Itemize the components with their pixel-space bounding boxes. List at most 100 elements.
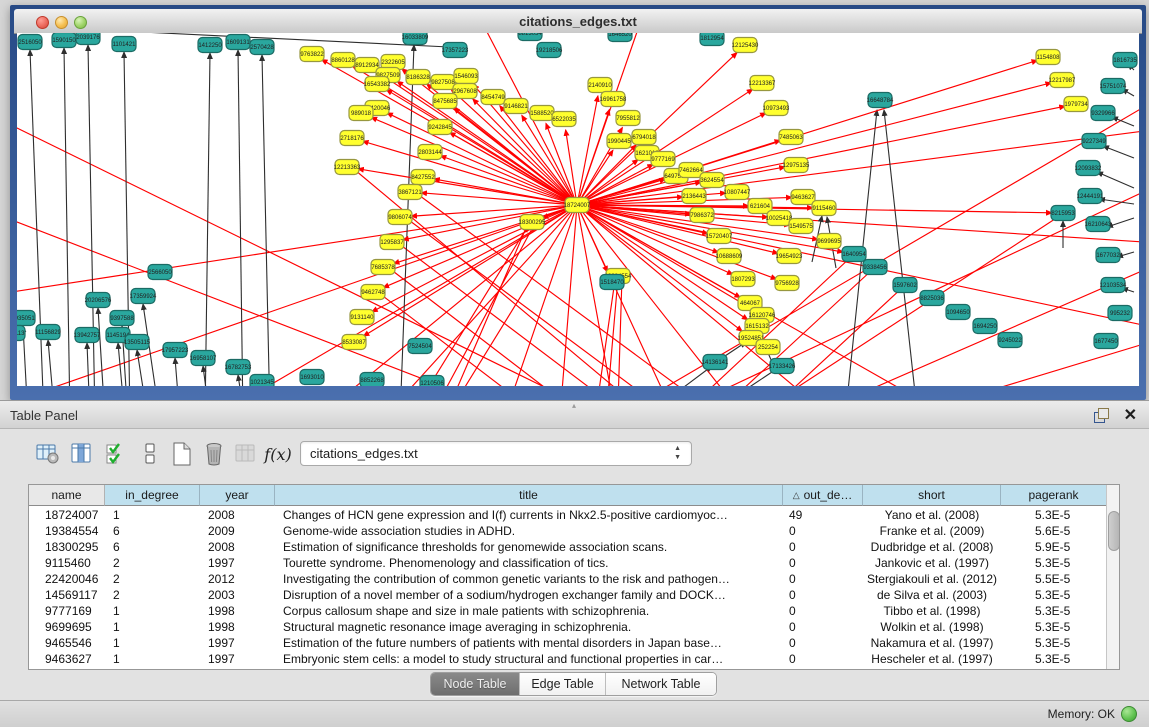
network-canvas[interactable]: 1872400718300295976382288601288912934232… <box>17 33 1139 386</box>
graph-node[interactable]: 18300295 <box>519 215 546 230</box>
graph-node[interactable]: 9462748 <box>361 285 385 300</box>
graph-node[interactable]: 12213363 <box>334 160 361 175</box>
graph-node[interactable]: 18724007 <box>564 198 591 213</box>
graph-node[interactable]: 1646520 <box>608 33 632 42</box>
table-row[interactable]: 1872400712008Changes of HCN gene express… <box>29 507 1107 523</box>
graph-node[interactable]: 7955812 <box>616 111 640 126</box>
graph-node[interactable]: 9463627 <box>791 190 815 205</box>
graph-node[interactable]: 16543382 <box>364 77 391 92</box>
graph-node[interactable]: 17133426 <box>769 359 796 374</box>
citation-edge-red[interactable] <box>349 165 940 386</box>
graph-node[interactable]: 2039176 <box>76 33 100 45</box>
graph-node[interactable]: 1546093 <box>454 69 478 84</box>
citation-edge-red[interactable] <box>450 269 873 386</box>
citation-edge-black[interactable] <box>64 48 70 386</box>
graph-node[interactable]: 8427552 <box>411 170 435 185</box>
graph-node[interactable]: 17359924 <box>130 289 157 304</box>
graph-node[interactable]: 9935051 <box>17 311 35 326</box>
graph-node[interactable]: 1694250 <box>973 319 997 334</box>
graph-node[interactable]: 12217987 <box>1049 73 1076 88</box>
citation-edge-black[interactable] <box>238 375 245 386</box>
graph-node[interactable]: 2803144 <box>418 145 442 160</box>
citation-edge-red[interactable] <box>393 205 577 264</box>
graph-node[interactable]: 13505115 <box>124 335 151 350</box>
graph-node[interactable]: 16648784 <box>867 93 894 108</box>
graph-node[interactable]: 9827508 <box>431 75 455 90</box>
tab-edge-table[interactable]: Edge Table <box>520 673 606 695</box>
graph-node[interactable]: 2140910 <box>588 78 612 93</box>
graph-node[interactable]: 9806074 <box>388 210 412 225</box>
graph-node[interactable]: 16210643 <box>1085 217 1112 232</box>
graph-node[interactable]: 17357223 <box>442 43 469 58</box>
graph-node[interactable]: 252254 <box>756 340 780 355</box>
graph-node[interactable]: 16958107 <box>190 351 217 366</box>
graph-node[interactable]: 7986372 <box>690 208 714 223</box>
table-select-dropdown[interactable]: citations_edges.txt ▲▼ <box>300 441 692 466</box>
graph-node[interactable]: 1588520 <box>530 106 554 121</box>
graph-node[interactable]: 9699695 <box>817 234 841 249</box>
graph-node[interactable]: 1518470 <box>600 275 624 290</box>
graph-node[interactable]: 12093832 <box>1075 161 1102 176</box>
graph-node[interactable]: 16961758 <box>600 92 627 107</box>
table-row[interactable]: 977716911998Corpus callosum shape and si… <box>29 603 1107 619</box>
citation-edge-black[interactable] <box>884 110 918 386</box>
graph-node[interactable]: 7685378 <box>371 260 395 275</box>
graph-node[interactable]: 1609131 <box>226 35 250 50</box>
graph-node[interactable]: 8825036 <box>920 291 944 306</box>
column-header-in_degree[interactable]: in_degree <box>105 485 200 506</box>
graph-node[interactable]: 2566050 <box>148 265 172 280</box>
graph-node[interactable]: 6794018 <box>632 130 656 145</box>
citation-edge-red[interactable] <box>300 225 534 386</box>
graph-node[interactable]: 995232 <box>1108 306 1132 321</box>
graph-node[interactable]: 15751074 <box>1100 79 1127 94</box>
graph-node[interactable]: 15720407 <box>706 229 733 244</box>
graph-node[interactable]: 16033809 <box>402 33 429 45</box>
table-row[interactable]: 946554611997Estimation of the future num… <box>29 635 1107 651</box>
graph-node[interactable]: 9763822 <box>300 47 324 62</box>
graph-node[interactable]: 19654923 <box>776 249 803 264</box>
graph-node[interactable]: 20206576 <box>85 293 112 308</box>
graph-node[interactable]: 9756928 <box>775 276 799 291</box>
network-window-titlebar[interactable]: citations_edges.txt <box>14 9 1142 34</box>
graph-node[interactable]: 8813054 <box>518 33 542 41</box>
citation-edge-black[interactable] <box>48 340 55 386</box>
graph-node[interactable]: 1154808 <box>1036 50 1060 65</box>
graph-node[interactable]: 7485063 <box>779 130 803 145</box>
graph-node[interactable]: 8852268 <box>360 373 384 387</box>
graph-node[interactable]: 8860128 <box>331 53 355 68</box>
citation-edge-black[interactable] <box>1103 146 1134 158</box>
panel-resize-grip[interactable]: ▴ <box>568 402 580 409</box>
graph-node[interactable]: 9242845 <box>428 120 452 135</box>
delete-table-icon[interactable] <box>200 440 228 468</box>
citation-edge-red[interactable] <box>500 287 903 386</box>
graph-node[interactable]: 2718176 <box>340 131 364 146</box>
table-row[interactable]: 946362711997Embryonic stem cells: a mode… <box>29 651 1107 667</box>
graph-node[interactable]: 14136141 <box>702 355 729 370</box>
select-rows-icon[interactable] <box>102 440 130 468</box>
graph-node[interactable]: 8454749 <box>481 90 505 105</box>
graph-node[interactable]: 3867121 <box>398 185 422 200</box>
graph-node[interactable]: 17957223 <box>162 343 189 358</box>
graph-node[interactable]: 9115460 <box>812 201 836 216</box>
citation-edge-black[interactable] <box>1097 172 1134 188</box>
graph-node[interactable]: 989018 <box>349 106 373 121</box>
graph-node[interactable]: 11156829 <box>35 325 61 340</box>
graph-node[interactable]: 1816735 <box>1113 53 1137 68</box>
hide-rows-icon[interactable] <box>136 440 164 468</box>
graph-node[interactable]: 1101421 <box>112 37 136 52</box>
citation-edge-black[interactable] <box>203 366 210 386</box>
graph-node[interactable]: 3624554 <box>700 173 724 188</box>
graph-node[interactable]: 1693010 <box>300 370 324 385</box>
graph-node[interactable]: 9131140 <box>350 310 374 325</box>
graph-node[interactable]: 1979734 <box>1064 97 1088 112</box>
column-header-pagerank[interactable]: pagerank <box>1001 485 1107 506</box>
create-table-icon[interactable] <box>168 440 196 468</box>
citation-edge-black[interactable] <box>205 53 210 386</box>
scrollbar-thumb[interactable] <box>1108 511 1120 551</box>
column-header-name[interactable]: name <box>29 485 105 506</box>
graph-node[interactable]: 1590150 <box>52 33 76 48</box>
citation-edge-black[interactable] <box>1099 199 1134 204</box>
citation-network-graph[interactable]: 1872400718300295976382288601288912934232… <box>17 33 1139 386</box>
graph-node[interactable]: 2570428 <box>250 40 274 55</box>
citation-edge-black[interactable] <box>87 343 90 386</box>
